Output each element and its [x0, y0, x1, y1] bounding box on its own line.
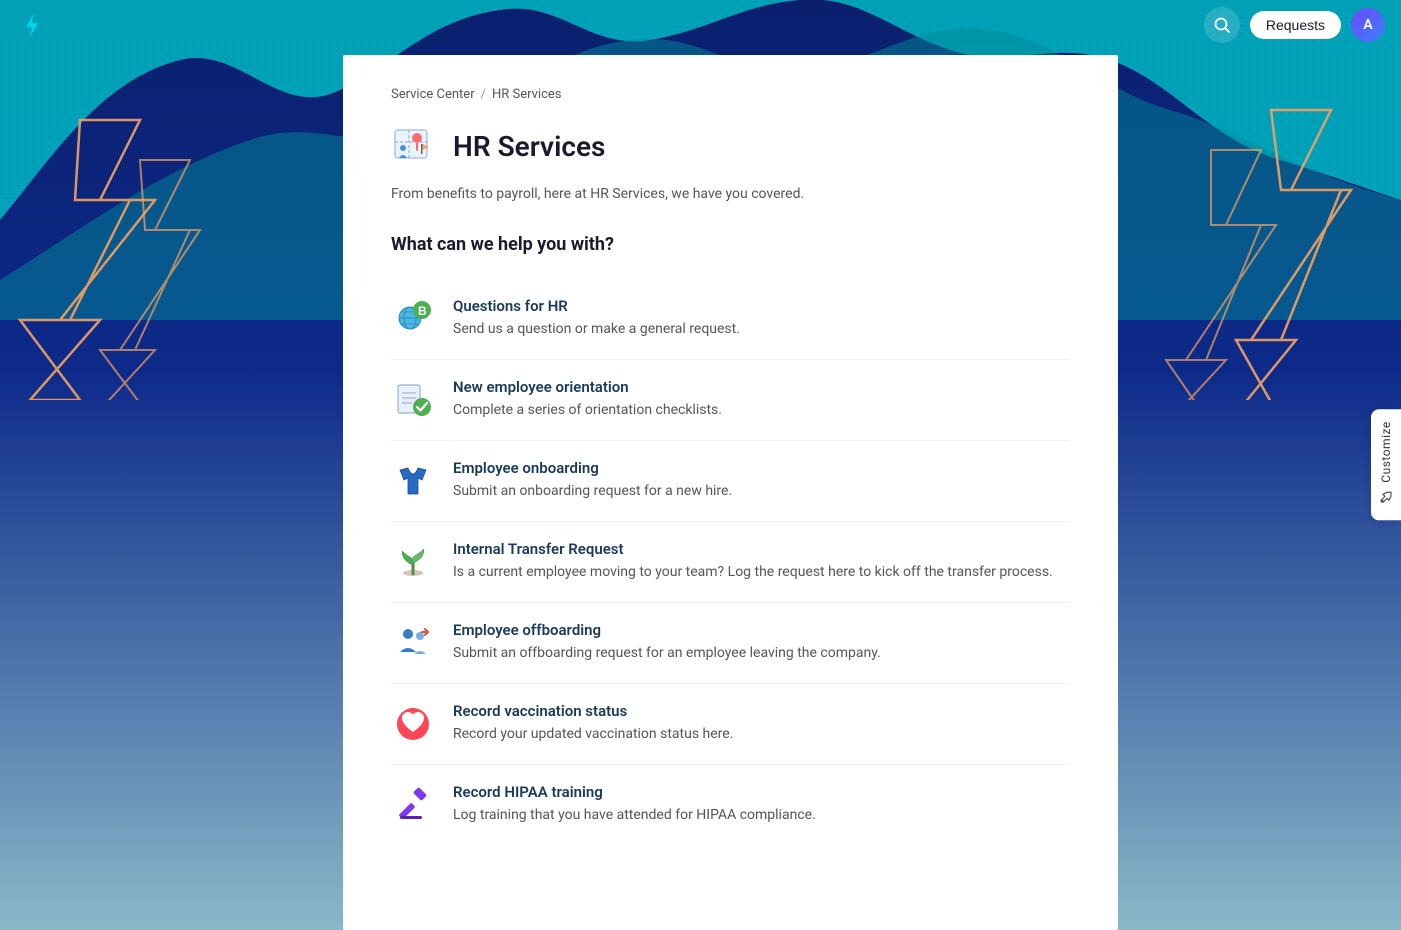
- service-item-transfer[interactable]: Internal Transfer Request Is a current e…: [391, 522, 1070, 603]
- service-desc-orientation: Complete a series of orientation checkli…: [453, 400, 722, 421]
- service-icon-orientation: [391, 378, 435, 422]
- page-icon: [391, 122, 439, 170]
- service-title-offboarding: Employee offboarding: [453, 621, 881, 639]
- service-item-offboarding[interactable]: Employee offboarding Submit an offboardi…: [391, 603, 1070, 684]
- nav-right: Requests A: [1204, 7, 1385, 43]
- service-desc-onboarding: Submit an onboarding request for a new h…: [453, 481, 732, 502]
- service-list: B Questions for HR Send us a question or…: [391, 279, 1070, 845]
- service-title-hipaa: Record HIPAA training: [453, 783, 816, 801]
- top-nav: Requests A: [0, 0, 1401, 50]
- service-icon-hipaa: [391, 783, 435, 827]
- user-avatar[interactable]: A: [1351, 8, 1385, 42]
- section-heading: What can we help you with?: [391, 234, 1070, 255]
- customize-label: Customize: [1379, 421, 1393, 482]
- service-item-onboarding[interactable]: Employee onboarding Submit an onboarding…: [391, 441, 1070, 522]
- service-content-hipaa: Record HIPAA training Log training that …: [453, 783, 816, 826]
- service-content-onboarding: Employee onboarding Submit an onboarding…: [453, 459, 732, 502]
- service-icon-transfer: [391, 540, 435, 584]
- service-item-hipaa[interactable]: Record HIPAA training Log training that …: [391, 765, 1070, 845]
- service-desc-questions: Send us a question or make a general req…: [453, 319, 740, 340]
- customize-tab[interactable]: Customize: [1371, 409, 1401, 520]
- service-desc-offboarding: Submit an offboarding request for an emp…: [453, 643, 881, 664]
- service-content-questions: Questions for HR Send us a question or m…: [453, 297, 740, 340]
- app-logo[interactable]: [16, 9, 48, 41]
- service-title-questions: Questions for HR: [453, 297, 740, 315]
- customize-icon: [1379, 491, 1393, 509]
- service-icon-vaccination: [391, 702, 435, 746]
- service-icon-offboarding: [391, 621, 435, 665]
- service-title-onboarding: Employee onboarding: [453, 459, 732, 477]
- service-content-vaccination: Record vaccination status Record your up…: [453, 702, 733, 745]
- service-title-orientation: New employee orientation: [453, 378, 722, 396]
- breadcrumb-separator: /: [481, 87, 486, 102]
- requests-button[interactable]: Requests: [1250, 11, 1341, 39]
- service-content-transfer: Internal Transfer Request Is a current e…: [453, 540, 1053, 583]
- breadcrumb-current: HR Services: [492, 87, 562, 102]
- service-desc-transfer: Is a current employee moving to your tea…: [453, 562, 1053, 583]
- page-description: From benefits to payroll, here at HR Ser…: [391, 186, 1070, 202]
- service-item-orientation[interactable]: New employee orientation Complete a seri…: [391, 360, 1070, 441]
- breadcrumb-root[interactable]: Service Center: [391, 87, 475, 102]
- service-desc-vaccination: Record your updated vaccination status h…: [453, 724, 733, 745]
- service-item-vaccination[interactable]: Record vaccination status Record your up…: [391, 684, 1070, 765]
- service-item-questions-hr[interactable]: B Questions for HR Send us a question or…: [391, 279, 1070, 360]
- service-title-vaccination: Record vaccination status: [453, 702, 733, 720]
- content-panel: Service Center / HR Services: [343, 55, 1118, 930]
- breadcrumb: Service Center / HR Services: [391, 87, 1070, 102]
- search-button[interactable]: [1204, 7, 1240, 43]
- service-icon-questions: B: [391, 297, 435, 341]
- service-icon-onboarding: [391, 459, 435, 503]
- service-desc-hipaa: Log training that you have attended for …: [453, 805, 816, 826]
- main-layout: Service Center / HR Services: [0, 0, 1401, 930]
- page-title: HR Services: [453, 130, 605, 163]
- nav-left: [16, 9, 48, 41]
- service-content-orientation: New employee orientation Complete a seri…: [453, 378, 722, 421]
- service-content-offboarding: Employee offboarding Submit an offboardi…: [453, 621, 881, 664]
- svg-text:B: B: [418, 304, 427, 318]
- page-header: HR Services: [391, 122, 1070, 170]
- service-title-transfer: Internal Transfer Request: [453, 540, 1053, 558]
